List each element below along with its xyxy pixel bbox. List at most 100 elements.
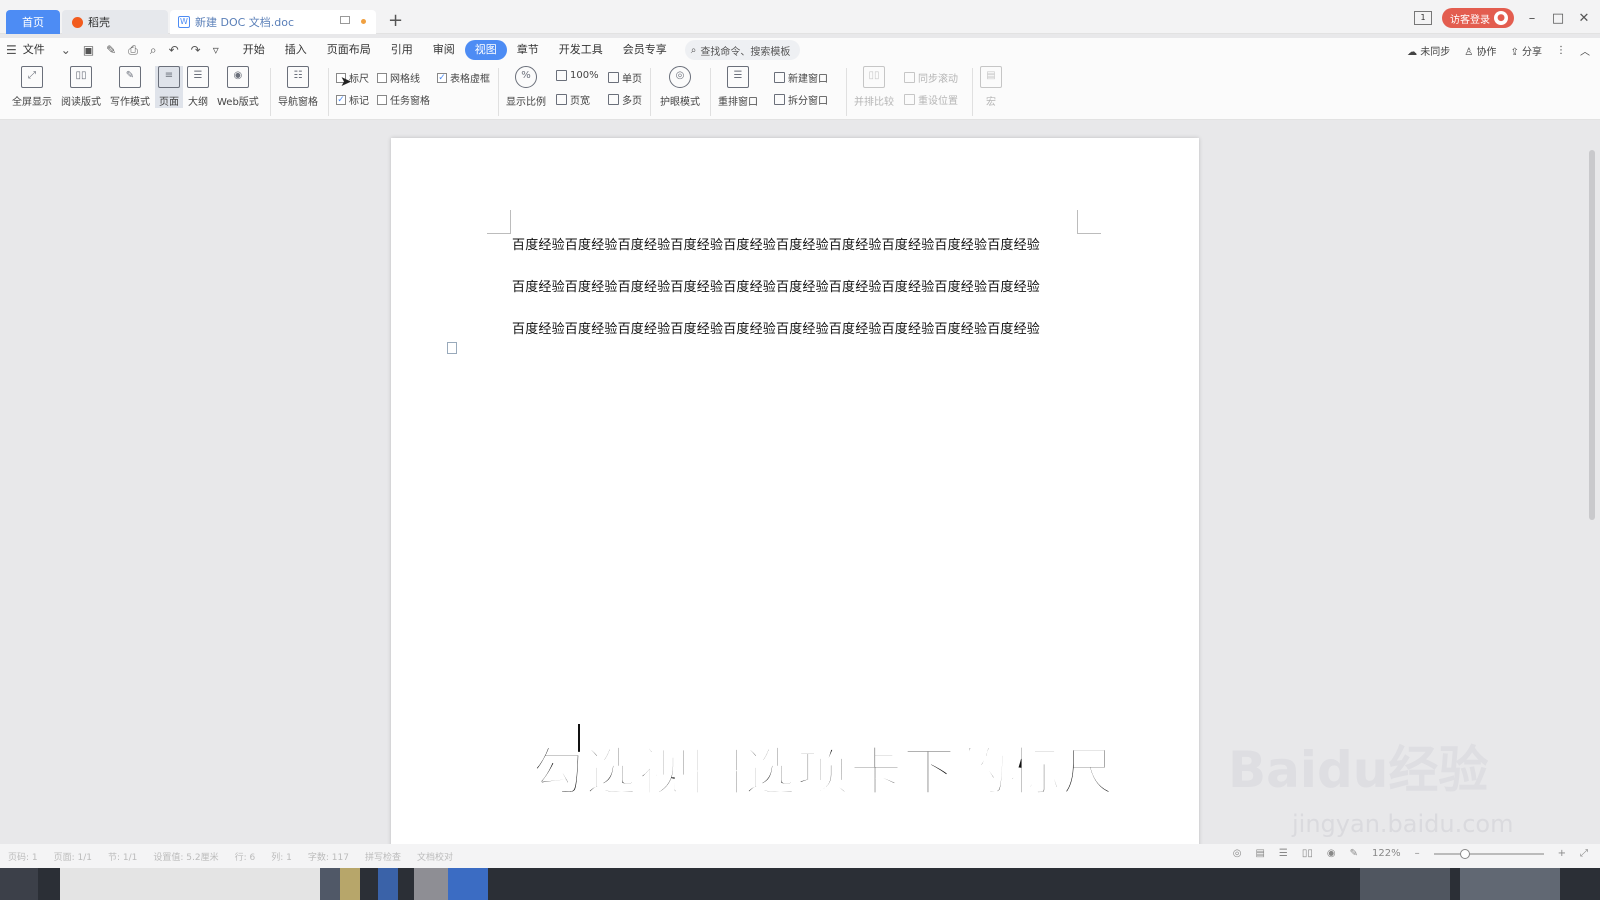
eye-mode-button[interactable]: ◎ 护眼模式 — [660, 66, 700, 108]
new-tab-button[interactable]: + — [388, 10, 403, 31]
menu-review[interactable]: 审阅 — [423, 40, 465, 60]
document-canvas[interactable]: 百度经验百度经验百度经验百度经验百度经验百度经验百度经验百度经验百度经验百度经验… — [0, 120, 1600, 844]
reading-mode-button[interactable]: ▯▯ 阅读版式 — [61, 66, 101, 108]
undo-icon[interactable]: ↶ — [163, 43, 185, 57]
table-gridlines-checkbox[interactable]: ✓ 表格虚框 — [437, 70, 490, 85]
sync-button[interactable]: ☁ 未同步 — [1407, 43, 1450, 58]
fullscreen-button[interactable]: ⤢ 全屏显示 — [12, 66, 52, 108]
tab-document[interactable]: W 新建 DOC 文档.doc — [170, 10, 376, 34]
menu-file[interactable]: 文件 — [23, 40, 55, 60]
video-subtitle: 勾选视图选项卡下的标尺 — [531, 742, 1116, 804]
command-search[interactable]: ⌕ 查找命令、搜索模板 — [684, 40, 801, 60]
menu-layout[interactable]: 页面布局 — [317, 40, 381, 60]
print-icon[interactable]: ⎙ — [122, 43, 144, 58]
save-icon[interactable]: ▣ — [77, 43, 100, 57]
zoom-value[interactable]: 122% — [1372, 848, 1401, 859]
collapse-ribbon-icon[interactable]: ︿ — [1580, 43, 1590, 58]
task-pane-checkbox-box[interactable] — [377, 94, 387, 105]
chevron-down-icon[interactable]: ⌄ — [55, 43, 77, 57]
document-line[interactable]: 百度经验百度经验百度经验百度经验百度经验百度经验百度经验百度经验百度经验百度经验 — [512, 318, 1040, 337]
page-width-button[interactable]: 页宽 — [556, 92, 590, 107]
taskbar-app-icon[interactable] — [448, 868, 488, 900]
page-view-status-icon[interactable]: ▤ — [1255, 848, 1264, 859]
split-window-button[interactable]: 拆分窗口 — [774, 92, 828, 107]
login-button[interactable]: 访客登录 ● — [1442, 8, 1514, 28]
side-compare-button[interactable]: ▯▯ 并排比较 — [854, 66, 894, 108]
outline-button[interactable]: ☰ 大纲 — [187, 66, 209, 108]
minimize-button[interactable]: – — [1524, 11, 1540, 26]
tab-daoke[interactable]: 稻壳 — [62, 10, 168, 34]
web-status-icon[interactable]: ◉ — [1327, 848, 1336, 859]
sync-scroll-button[interactable]: 同步滚动 — [904, 70, 958, 85]
tab-home[interactable]: 首页 — [6, 10, 60, 34]
vertical-scrollbar[interactable] — [1586, 120, 1598, 844]
taskbar-app-icon[interactable] — [378, 868, 398, 900]
zoom-out-button[interactable]: – — [1415, 848, 1420, 859]
nav-pane-button[interactable]: ☷ 导航窗格 — [278, 66, 318, 108]
zoom-slider-knob[interactable] — [1459, 848, 1470, 859]
fullscreen-status-icon[interactable]: ⤢ — [1580, 848, 1588, 859]
close-button[interactable]: ✕ — [1576, 11, 1592, 26]
task-pane-checkbox[interactable]: 任务窗格 — [377, 92, 430, 107]
eye-mode-status-icon[interactable]: ◎ — [1233, 848, 1242, 859]
scrollbar-thumb[interactable] — [1589, 150, 1595, 520]
gridlines-checkbox[interactable]: 网格线 — [377, 70, 420, 85]
reset-position-button[interactable]: 重设位置 — [904, 92, 958, 107]
write-status-icon[interactable]: ✎ — [1350, 848, 1358, 859]
ruler-label: 标尺 — [349, 74, 369, 85]
menu-start[interactable]: 开始 — [233, 40, 275, 60]
web-layout-button[interactable]: ◉ Web版式 — [217, 66, 259, 108]
window-mode-icon[interactable]: 1 — [1414, 11, 1432, 25]
new-window-button[interactable]: 新建窗口 — [774, 70, 828, 85]
rearrange-window-button[interactable]: ☰ 重排窗口 — [718, 66, 758, 108]
print-preview-icon[interactable]: ⌕ — [144, 43, 163, 58]
ribbon-divider — [972, 68, 973, 116]
menu-devtools[interactable]: 开发工具 — [549, 40, 613, 60]
collab-button[interactable]: ♙ 协作 — [1464, 43, 1496, 58]
spellcheck-button[interactable]: 拼写检查 — [365, 850, 401, 863]
table-gridlines-checkbox-box[interactable]: ✓ — [437, 72, 447, 83]
menu-reference[interactable]: 引用 — [381, 40, 423, 60]
monitor-icon[interactable] — [340, 16, 350, 24]
more-icon[interactable]: ⋮ — [1556, 45, 1566, 56]
share-button[interactable]: ⇪ 分享 — [1510, 43, 1542, 58]
menu-insert[interactable]: 插入 — [275, 40, 317, 60]
paragraph-handle-icon[interactable] — [447, 342, 457, 354]
markup-checkbox[interactable]: ✓ 标记 — [336, 92, 369, 107]
macro-button[interactable]: ▤ 宏 — [980, 66, 1002, 108]
reset-position-icon — [904, 94, 915, 105]
single-page-button[interactable]: 单页 — [608, 70, 642, 85]
multi-page-button[interactable]: 多页 — [608, 92, 642, 107]
os-taskbar — [0, 868, 1600, 900]
menu-member[interactable]: 会员专享 — [613, 40, 677, 60]
tab-document-label: 新建 DOC 文档.doc — [195, 16, 295, 29]
status-wordcount[interactable]: 字数: 117 — [308, 850, 349, 863]
document-line[interactable]: 百度经验百度经验百度经验百度经验百度经验百度经验百度经验百度经验百度经验百度经验 — [512, 276, 1040, 295]
taskbar-app-icon[interactable] — [414, 868, 448, 900]
multi-page-label: 多页 — [622, 96, 642, 107]
zoom-in-button[interactable]: + — [1558, 848, 1566, 859]
redo-icon[interactable]: ↷ — [185, 43, 207, 57]
zoom-100-icon — [556, 70, 567, 81]
document-line[interactable]: 百度经验百度经验百度经验百度经验百度经验百度经验百度经验百度经验百度经验百度经验 — [512, 234, 1040, 253]
gridlines-checkbox-box[interactable] — [377, 72, 387, 83]
rearrange-icon: ☰ — [727, 66, 749, 88]
zoom-button[interactable]: % 显示比例 — [506, 66, 546, 108]
hamburger-icon[interactable]: ☰ — [0, 43, 23, 57]
customize-icon[interactable]: ▿ — [207, 43, 225, 57]
writing-mode-button[interactable]: ✎ 写作模式 — [110, 66, 150, 108]
taskbar-app-icon[interactable] — [340, 868, 360, 900]
zoom-100-button[interactable]: 100% — [556, 70, 599, 81]
reading-status-icon[interactable]: ▯▯ — [1302, 848, 1313, 859]
taskbar-search-area[interactable] — [60, 868, 320, 900]
menu-view[interactable]: 视图 — [464, 40, 507, 60]
outline-status-icon[interactable]: ☰ — [1279, 848, 1288, 859]
zoom-slider[interactable] — [1433, 848, 1544, 859]
page-width-icon — [556, 94, 567, 105]
page-view-button[interactable]: ≡ 页面 — [155, 66, 183, 108]
maximize-button[interactable]: □ — [1550, 11, 1566, 26]
proofread-button[interactable]: 文档校对 — [417, 850, 453, 863]
markup-checkbox-box[interactable]: ✓ — [336, 94, 346, 105]
format-painter-icon[interactable]: ✎ — [100, 43, 122, 57]
menu-chapter[interactable]: 章节 — [507, 40, 549, 60]
